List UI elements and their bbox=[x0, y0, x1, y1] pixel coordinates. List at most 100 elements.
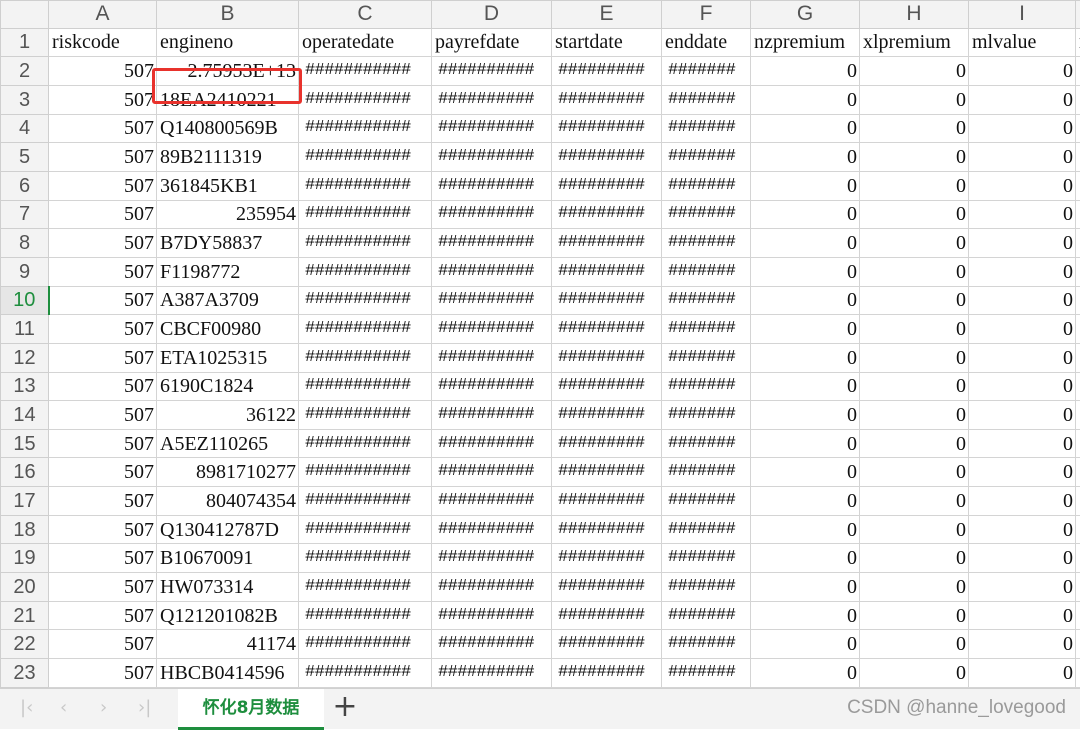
cell-engineno[interactable]: 2.75953E+13 bbox=[157, 57, 299, 86]
cell-nzpremium[interactable]: 0 bbox=[751, 229, 860, 258]
cell-enddate[interactable]: ####### bbox=[662, 630, 751, 659]
row-header[interactable]: 11 bbox=[1, 315, 49, 344]
cell-xlpremium[interactable]: 0 bbox=[860, 487, 969, 516]
cell-nzpremium[interactable]: 0 bbox=[751, 429, 860, 458]
row-header[interactable]: 6 bbox=[1, 171, 49, 200]
cell-payrefdate[interactable]: ########## bbox=[432, 57, 552, 86]
cell-enddate[interactable]: ####### bbox=[662, 57, 751, 86]
cell-partial[interactable] bbox=[1076, 544, 1080, 573]
cell-startdate[interactable]: ######### bbox=[552, 630, 662, 659]
cell-engineno[interactable]: 8981710277 bbox=[157, 458, 299, 487]
cell-xlpremium[interactable]: 0 bbox=[860, 515, 969, 544]
cell-mlvalue[interactable]: 0 bbox=[969, 315, 1076, 344]
header-cell-engineno[interactable]: engineno bbox=[157, 28, 299, 57]
cell-mlvalue[interactable]: 0 bbox=[969, 401, 1076, 430]
cell-nzpremium[interactable]: 0 bbox=[751, 601, 860, 630]
cell-payrefdate[interactable]: ########## bbox=[432, 429, 552, 458]
cell-xlpremium[interactable]: 0 bbox=[860, 429, 969, 458]
cell-riskcode[interactable]: 507 bbox=[49, 659, 157, 688]
cell-mlvalue[interactable]: 0 bbox=[969, 171, 1076, 200]
cell-riskcode[interactable]: 507 bbox=[49, 229, 157, 258]
cell-enddate[interactable]: ####### bbox=[662, 372, 751, 401]
row-header[interactable]: 21 bbox=[1, 601, 49, 630]
cell-payrefdate[interactable]: ########## bbox=[432, 143, 552, 172]
cell-partial[interactable] bbox=[1076, 601, 1080, 630]
cell-operatedate[interactable]: ########### bbox=[299, 630, 432, 659]
cell-nzpremium[interactable]: 0 bbox=[751, 143, 860, 172]
row-header[interactable]: 5 bbox=[1, 143, 49, 172]
cell-startdate[interactable]: ######### bbox=[552, 229, 662, 258]
cell-mlvalue[interactable]: 0 bbox=[969, 429, 1076, 458]
cell-payrefdate[interactable]: ########## bbox=[432, 257, 552, 286]
cell-operatedate[interactable]: ########### bbox=[299, 286, 432, 315]
cell-partial[interactable] bbox=[1076, 630, 1080, 659]
cell-riskcode[interactable]: 507 bbox=[49, 200, 157, 229]
cell-riskcode[interactable]: 507 bbox=[49, 171, 157, 200]
cell-engineno[interactable]: F1198772 bbox=[157, 257, 299, 286]
header-cell-mlvalue[interactable]: mlvalue bbox=[969, 28, 1076, 57]
row-header[interactable]: 10 bbox=[1, 286, 49, 315]
cell-xlpremium[interactable]: 0 bbox=[860, 143, 969, 172]
cell-xlpremium[interactable]: 0 bbox=[860, 114, 969, 143]
column-header-h[interactable]: H bbox=[860, 1, 969, 29]
cell-nzpremium[interactable]: 0 bbox=[751, 114, 860, 143]
cell-engineno[interactable]: HW073314 bbox=[157, 573, 299, 602]
row-header[interactable]: 17 bbox=[1, 487, 49, 516]
cell-mlvalue[interactable]: 0 bbox=[969, 515, 1076, 544]
prev-sheet-icon[interactable]: ‹ bbox=[60, 697, 67, 718]
cell-engineno[interactable]: B10670091 bbox=[157, 544, 299, 573]
column-header-g[interactable]: G bbox=[751, 1, 860, 29]
cell-riskcode[interactable]: 507 bbox=[49, 515, 157, 544]
cell-enddate[interactable]: ####### bbox=[662, 401, 751, 430]
cell-riskcode[interactable]: 507 bbox=[49, 286, 157, 315]
cell-payrefdate[interactable]: ########## bbox=[432, 343, 552, 372]
cell-partial[interactable] bbox=[1076, 573, 1080, 602]
header-cell-operatedate[interactable]: operatedate bbox=[299, 28, 432, 57]
cell-xlpremium[interactable]: 0 bbox=[860, 315, 969, 344]
cell-riskcode[interactable]: 507 bbox=[49, 315, 157, 344]
cell-mlvalue[interactable]: 0 bbox=[969, 229, 1076, 258]
cell-mlvalue[interactable]: 0 bbox=[969, 200, 1076, 229]
cell-mlvalue[interactable]: 0 bbox=[969, 343, 1076, 372]
cell-startdate[interactable]: ######### bbox=[552, 200, 662, 229]
cell-nzpremium[interactable]: 0 bbox=[751, 171, 860, 200]
cell-nzpremium[interactable]: 0 bbox=[751, 544, 860, 573]
row-header[interactable]: 14 bbox=[1, 401, 49, 430]
cell-operatedate[interactable]: ########### bbox=[299, 57, 432, 86]
cell-nzpremium[interactable]: 0 bbox=[751, 315, 860, 344]
cell-operatedate[interactable]: ########### bbox=[299, 487, 432, 516]
cell-partial[interactable] bbox=[1076, 143, 1080, 172]
cell-enddate[interactable]: ####### bbox=[662, 286, 751, 315]
cell-riskcode[interactable]: 507 bbox=[49, 85, 157, 114]
cell-startdate[interactable]: ######### bbox=[552, 372, 662, 401]
cell-enddate[interactable]: ####### bbox=[662, 114, 751, 143]
cell-nzpremium[interactable]: 0 bbox=[751, 372, 860, 401]
row-header[interactable]: 15 bbox=[1, 429, 49, 458]
cell-partial[interactable] bbox=[1076, 315, 1080, 344]
header-cell-riskcode[interactable]: riskcode bbox=[49, 28, 157, 57]
cell-partial[interactable] bbox=[1076, 171, 1080, 200]
cell-nzpremium[interactable]: 0 bbox=[751, 401, 860, 430]
cell-operatedate[interactable]: ########### bbox=[299, 659, 432, 688]
cell-mlvalue[interactable]: 0 bbox=[969, 458, 1076, 487]
cell-xlpremium[interactable]: 0 bbox=[860, 458, 969, 487]
cell-mlvalue[interactable]: 0 bbox=[969, 85, 1076, 114]
column-header-i[interactable]: I bbox=[969, 1, 1076, 29]
cell-nzpremium[interactable]: 0 bbox=[751, 458, 860, 487]
cell-engineno[interactable]: 89B2111319 bbox=[157, 143, 299, 172]
cell-nzpremium[interactable]: 0 bbox=[751, 487, 860, 516]
cell-payrefdate[interactable]: ########## bbox=[432, 573, 552, 602]
cell-xlpremium[interactable]: 0 bbox=[860, 85, 969, 114]
cell-payrefdate[interactable]: ########## bbox=[432, 401, 552, 430]
cell-riskcode[interactable]: 507 bbox=[49, 343, 157, 372]
cell-xlpremium[interactable]: 0 bbox=[860, 372, 969, 401]
cell-payrefdate[interactable]: ########## bbox=[432, 171, 552, 200]
cell-payrefdate[interactable]: ########## bbox=[432, 85, 552, 114]
cell-mlvalue[interactable]: 0 bbox=[969, 57, 1076, 86]
cell-enddate[interactable]: ####### bbox=[662, 143, 751, 172]
row-header[interactable]: 9 bbox=[1, 257, 49, 286]
cell-enddate[interactable]: ####### bbox=[662, 487, 751, 516]
cell-enddate[interactable]: ####### bbox=[662, 85, 751, 114]
cell-riskcode[interactable]: 507 bbox=[49, 487, 157, 516]
cell-xlpremium[interactable]: 0 bbox=[860, 200, 969, 229]
